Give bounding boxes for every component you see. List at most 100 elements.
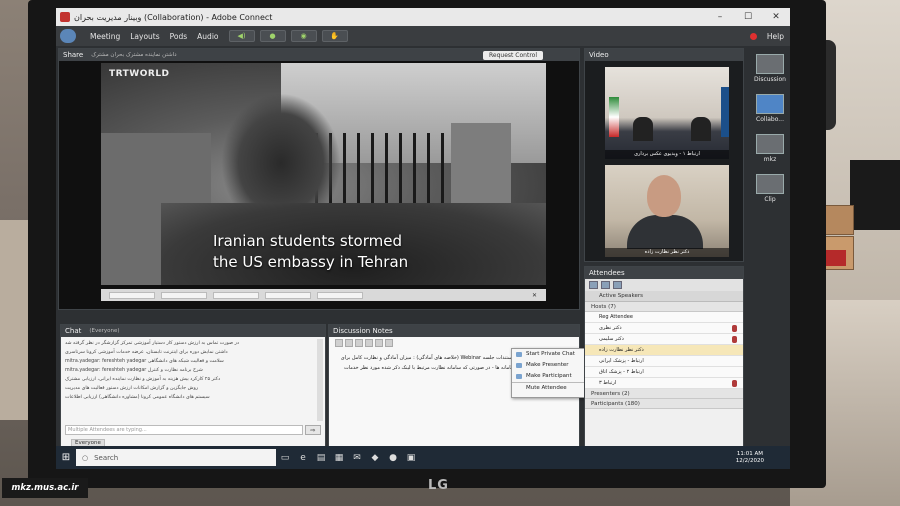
windows-start-icon[interactable]: ⊞ [56,446,76,469]
speaker-icon[interactable]: ◀) [228,30,255,42]
source-watermark: mkz.mus.ac.ir [2,478,88,498]
chat-message: در صورت تماس به ارزش دستور کار دستیار آم… [65,341,240,346]
share-pod: Share داشتن نماینده مشترک بحران مشترک Re… [58,48,580,310]
minimize-button[interactable]: – [706,12,734,22]
adobe-connect-taskbar-icon[interactable]: ▣ [402,449,420,467]
recording-indicator-icon[interactable] [749,32,757,40]
chat-message: دکتر ۲۵ کارکرد بیش هزینه به آموزش و نظار… [65,377,221,382]
adobe-connect-logo [60,29,76,43]
chat-input[interactable]: Multiple Attendees are typing... [65,425,303,435]
browser-tab[interactable] [109,291,155,299]
sort-icon[interactable] [613,281,622,289]
menu-make-presenter[interactable]: Make Presenter [512,360,584,371]
window-title: وبینار مدیریت بحران (Collaboration) - Ad… [74,12,273,22]
browser-tab[interactable] [161,291,207,299]
notes-text[interactable]: مستندات جلسه Webinar (خلاصه های آمادگی) … [335,353,515,373]
participants-group[interactable]: Participants (180) [585,399,743,409]
status-view-icon[interactable] [601,281,610,289]
layout-collaboration[interactable]: Collabo... [750,94,790,134]
close-tab-icon[interactable]: ✕ [532,292,540,299]
attendee-row[interactable]: ارتباط ۲ - پزشک اتاق [585,367,743,378]
layout-mkz[interactable]: mkz [750,134,790,174]
bold-icon[interactable] [335,339,343,347]
send-icon[interactable]: ⇨ [305,425,321,435]
browser-tab[interactable] [317,291,363,299]
attendees-pod-header: Attendees [585,267,743,279]
video-caption: Iranian students stormed the US embassy … [213,231,408,273]
caption-line-2: the US embassy in Tehran [213,253,409,271]
video-pod-title: Video [589,51,609,59]
browser-tab[interactable] [265,291,311,299]
list-icon[interactable] [385,339,393,347]
attendee-row[interactable]: دکتر نظر نظارت زاده [585,345,743,356]
clock-date: 12/2/2020 [735,457,764,464]
layout-discussion[interactable]: Discussion [750,54,790,94]
screen: وبینار مدیریت بحران (Collaboration) - Ad… [56,8,790,469]
menu-pods[interactable]: Pods [170,32,188,41]
taskbar-search-label: Search [94,453,119,462]
menu-start-private-chat[interactable]: Start Private Chat [512,349,584,360]
chat-scrollbar[interactable] [317,339,323,421]
browser-tab[interactable] [213,291,259,299]
raise-hand-icon[interactable]: ✋ [321,30,348,42]
presenters-group[interactable]: Presenters (2) [585,389,743,399]
attendees-pod: Attendees Active Speakers Hosts (7) Reg … [584,266,744,452]
app-icon[interactable]: ◆ [366,449,384,467]
shared-screen-photo: TRTWORLD Iranian students stormed the US… [101,63,546,285]
participant-silhouette [633,117,653,141]
attendee-row[interactable]: دکتر نظری [585,323,743,334]
window-titlebar: وبینار مدیریت بحران (Collaboration) - Ad… [56,8,790,26]
taskbar-search[interactable]: ○ Search [76,449,276,466]
share-pod-title: Share [63,51,84,59]
chat-message: mitra.yadegar: fereshteh yadegar سلامت و… [65,359,224,364]
video-feed-1-label: ارتباط ۱ - ویدیوی عکس برداری [605,150,729,159]
layout-clip[interactable]: Clip [750,174,790,214]
menu-help[interactable]: Help [767,32,784,41]
menu-mute-attendee[interactable]: Mute Attendee [512,382,584,393]
menu-bar: Meeting Layouts Pods Audio ◀) ● ◉ ✋ Help [56,26,790,46]
store-icon[interactable]: ▦ [330,449,348,467]
close-button[interactable]: ✕ [762,12,790,22]
menu-meeting[interactable]: Meeting [90,32,120,41]
shared-browser-tabbar: ✕ [101,289,546,301]
video-pod-header: Video [585,49,743,61]
active-speakers: Active Speakers [585,291,743,302]
menu-audio[interactable]: Audio [197,32,218,41]
font-size-icon[interactable] [365,339,373,347]
notes-pod-title: Discussion Notes [333,327,393,335]
mail-icon[interactable]: ✉ [348,449,366,467]
attendee-row[interactable]: Reg Attendee [585,312,743,323]
underline-icon[interactable] [355,339,363,347]
share-pod-header: Share داشتن نماینده مشترک بحران مشترک Re… [59,49,579,61]
attendee-context-menu: Start Private Chat Make Presenter Make P… [511,348,585,398]
attendee-row[interactable]: ارتباط ۳ [585,378,743,389]
chat-message: سیستم های دانشگاه عمومی کرونا (مشاوره دا… [65,395,210,400]
menu-make-participant[interactable]: Make Participant [512,371,584,382]
file-explorer-icon[interactable]: ▤ [312,449,330,467]
participant-silhouette [691,117,711,141]
trt-world-watermark: TRTWORLD [109,69,170,79]
video-feed-2[interactable]: دکتر نظر نظارت زاده [605,165,729,257]
list-view-icon[interactable] [589,281,598,289]
task-view-icon[interactable]: ▭ [276,449,294,467]
maximize-button[interactable]: ☐ [734,12,762,22]
search-icon: ○ [82,453,89,462]
chat-message: روش جایگزین و گزارش امکانات ارزش دستور ف… [65,386,199,391]
chat-message: داشتن نمایش دوره برای اینترنت تابستان، ع… [65,350,228,355]
request-control-button[interactable]: Request Control [483,50,543,60]
adobe-connect-icon [60,12,70,22]
attendee-row[interactable]: دکتر سلیمی [585,334,743,345]
color-icon[interactable] [375,339,383,347]
video-pod: Video ارتباط ۱ - ویدیوی عکس برداری دکتر … [584,48,744,262]
firefox-icon[interactable]: ● [384,449,402,467]
hosts-group[interactable]: Hosts (7) [585,302,743,312]
edge-icon[interactable]: e [294,449,312,467]
video-feed-1[interactable]: ارتباط ۱ - ویدیوی عکس برداری [605,67,729,159]
italic-icon[interactable] [345,339,353,347]
taskbar-clock[interactable]: 11:01 AM 12/2/2020 [736,451,764,465]
attendee-row[interactable]: ارتباط - پزشک ایرانی [585,356,743,367]
menu-layouts[interactable]: Layouts [130,32,159,41]
meeting-room: Share داشتن نماینده مشترک بحران مشترک Re… [56,46,790,466]
microphone-icon[interactable]: ● [259,30,286,42]
webcam-icon[interactable]: ◉ [290,30,317,42]
